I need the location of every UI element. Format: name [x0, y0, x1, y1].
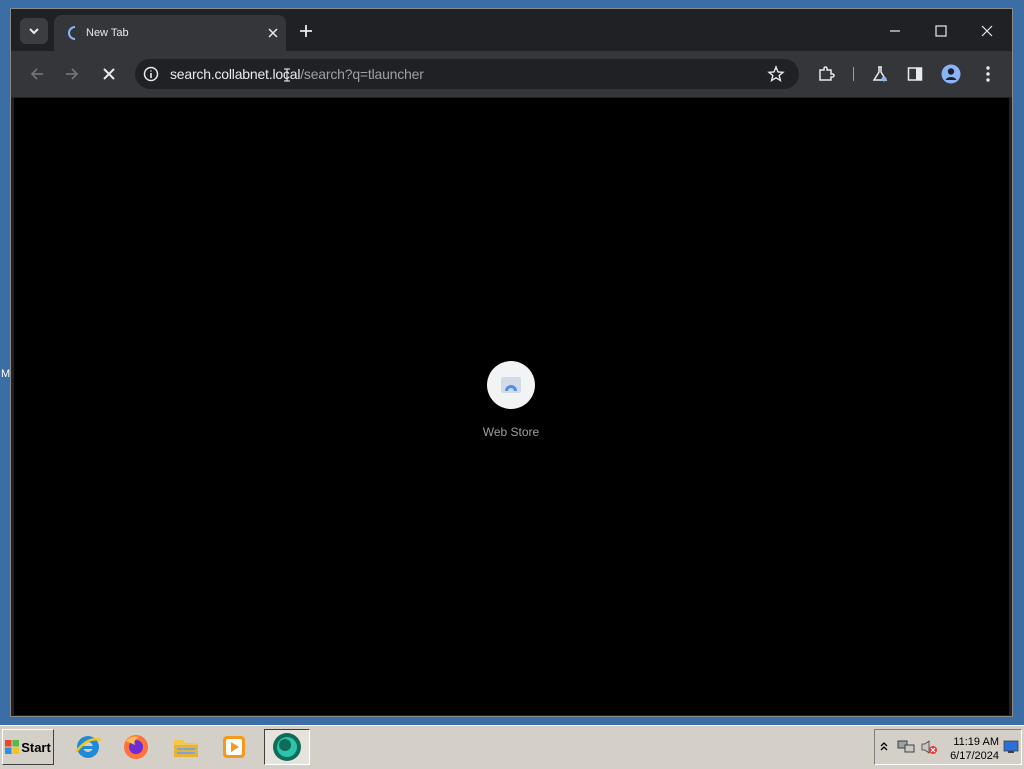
flask-icon [872, 66, 888, 82]
taskbar-app-internet-explorer[interactable] [70, 729, 106, 765]
start-label: Start [21, 739, 51, 755]
url-host: search.collabnet.local [170, 66, 301, 82]
minimize-button[interactable] [875, 17, 915, 45]
bookmark-star-icon[interactable] [767, 65, 785, 83]
avatar-icon [941, 64, 961, 84]
system-tray: 11:19 AM 6/17/2024 [874, 729, 1022, 765]
speaker-muted-icon[interactable] [920, 739, 938, 755]
desktop-edge-label: M [1, 368, 11, 380]
forward-button[interactable] [59, 61, 85, 87]
show-desktop-icon[interactable] [1003, 740, 1019, 754]
tab-close-button[interactable] [264, 24, 282, 42]
side-panel-icon [907, 67, 923, 81]
clock-date: 6/17/2024 [950, 750, 999, 762]
internet-explorer-icon [75, 736, 102, 758]
info-icon[interactable] [143, 66, 159, 82]
taskbar-app-media-player[interactable] [216, 729, 252, 765]
loading-spinner-icon [68, 26, 76, 40]
tab-search-button[interactable] [20, 18, 48, 44]
taskbar: Start 11:19 AM 6/17/2024 [0, 725, 1024, 769]
network-icon[interactable] [897, 739, 915, 755]
stop-loading-button[interactable] [96, 61, 122, 87]
tab-new-tab[interactable]: New Tab [54, 15, 286, 51]
web-store-icon [501, 377, 521, 393]
side-panel-button[interactable] [904, 63, 926, 85]
browser-toolbar: search.collabnet.local/search?q=tlaunche… [11, 51, 1012, 97]
maximize-button[interactable] [921, 17, 961, 45]
plus-icon [300, 25, 312, 37]
taskbar-app-file-explorer[interactable] [168, 729, 204, 765]
chevron-down-icon [29, 28, 39, 35]
extensions-button[interactable] [815, 63, 837, 85]
profile-button[interactable] [940, 63, 962, 85]
toolbar-divider [853, 67, 854, 81]
firefox-icon [124, 735, 148, 759]
maximize-icon [935, 25, 947, 37]
shortcut-tile [487, 361, 535, 409]
address-bar[interactable]: search.collabnet.local/search?q=tlaunche… [135, 59, 799, 89]
close-icon [268, 28, 278, 38]
puzzle-icon [819, 66, 835, 81]
shortcut-label: Web Store [482, 425, 540, 439]
kebab-menu-icon [986, 66, 990, 82]
new-tab-button[interactable] [295, 20, 317, 42]
minimize-icon [890, 30, 900, 32]
arrow-left-icon [30, 68, 43, 80]
back-button[interactable] [24, 61, 50, 87]
page-content: Web Store [14, 98, 1009, 715]
media-player-icon [223, 736, 245, 758]
tab-title: New Tab [86, 27, 129, 39]
close-window-button[interactable] [967, 17, 1007, 45]
taskbar-app-firefox[interactable] [118, 729, 154, 765]
menu-button[interactable] [977, 63, 999, 85]
title-bar: New Tab [11, 9, 1012, 51]
shortcut-web-store[interactable]: Web Store [471, 361, 551, 451]
url-text[interactable]: search.collabnet.local/search?q=tlaunche… [170, 66, 424, 82]
labs-button[interactable] [869, 63, 891, 85]
close-icon [103, 68, 115, 80]
arrow-right-icon [66, 68, 79, 80]
start-button[interactable]: Start [2, 729, 54, 765]
chrome-app-icon [273, 733, 301, 761]
url-path: /search?q=tlauncher [300, 66, 424, 82]
clock-time: 11:19 AM [953, 736, 999, 748]
text-cursor-icon [284, 68, 290, 82]
browser-window: New Tab search.collabnet.local/search?q=… [10, 8, 1013, 717]
show-hidden-icons-icon[interactable] [879, 740, 889, 752]
close-icon [981, 25, 993, 37]
taskbar-app-chrome[interactable] [264, 729, 310, 765]
windows-flag-icon [5, 740, 20, 754]
file-explorer-icon [174, 740, 198, 757]
clock[interactable]: 11:19 AM 6/17/2024 [945, 735, 999, 763]
